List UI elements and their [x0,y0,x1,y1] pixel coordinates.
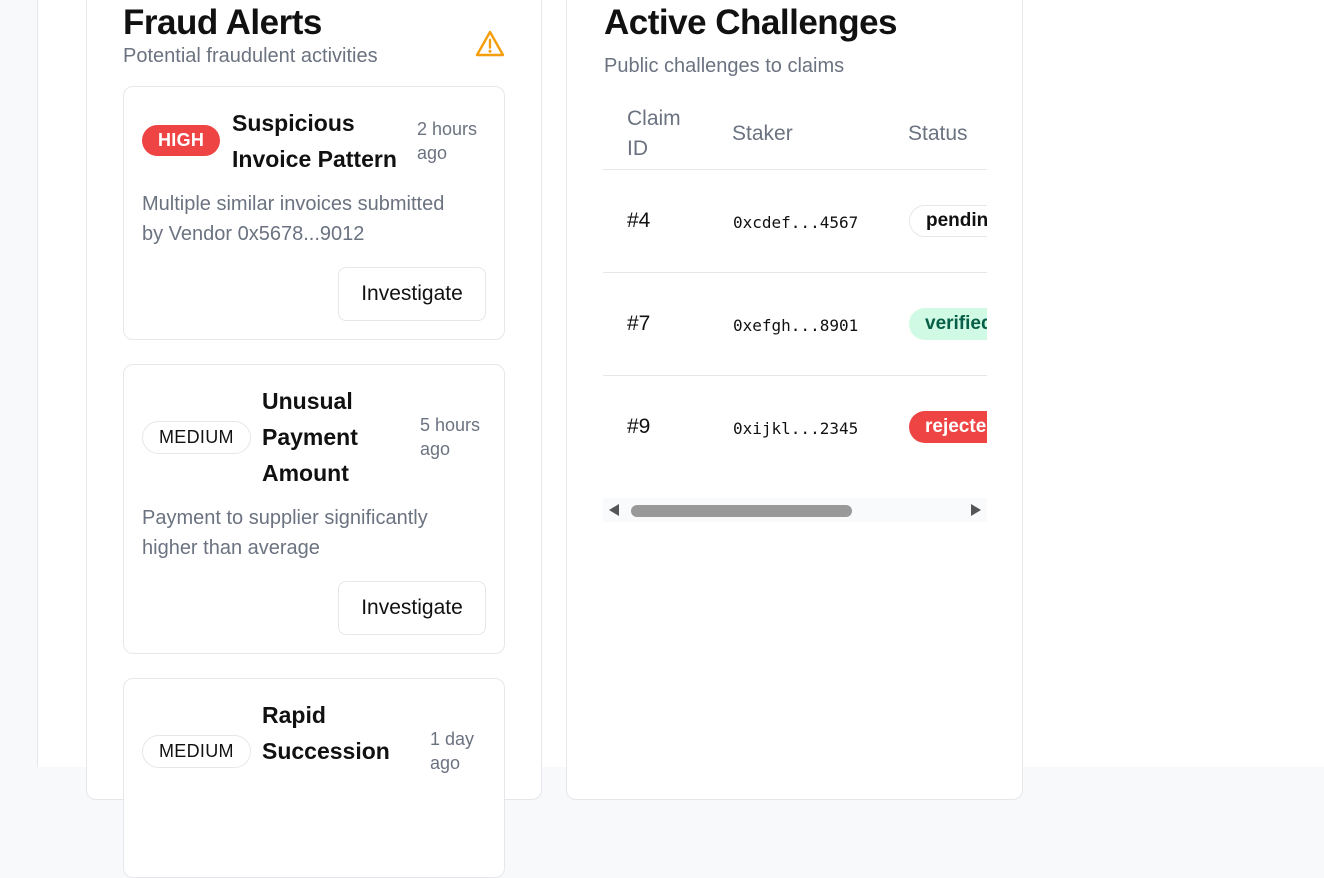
scroll-left-arrow-icon[interactable] [609,504,619,516]
alert-description: Multiple similar invoices submitted by V… [142,189,492,249]
investigate-button[interactable]: Investigate [338,581,486,635]
staker-address-cell: 0xcdef...4567 [733,213,859,232]
alert-timestamp: 1 day ago [430,727,474,775]
alert-title: Unusual Payment Amount [262,383,358,491]
alert-time-line: 2 hours [417,119,478,139]
investigate-button[interactable]: Investigate [338,267,486,321]
column-header-claim-id[interactable]: Claim ID [627,104,681,164]
claim-id-cell: #4 [627,209,651,232]
alert-title-line: Succession [262,738,390,764]
fraud-alert-card: HIGH Suspicious Invoice Pattern 2 hours … [123,86,505,340]
active-challenges-title: Active Challenges [604,3,898,42]
alert-desc-line: Multiple similar invoices submitted [142,193,445,215]
claim-id-cell: #7 [627,312,651,335]
alert-time-line: ago [430,753,461,773]
active-challenges-panel: Active Challenges Public challenges to c… [566,0,1023,800]
scroll-right-arrow-icon[interactable] [971,504,981,516]
status-badge: rejected [909,411,987,443]
alert-title-line: Suspicious [232,110,355,136]
staker-address-cell: 0xefgh...8901 [733,316,859,335]
alert-time-line: 5 hours [420,415,481,435]
alert-title: Suspicious Invoice Pattern [232,105,397,177]
status-badge: pending [909,205,987,237]
fraud-alerts-title: Fraud Alerts [123,3,322,42]
severity-badge: MEDIUM [142,421,251,454]
column-header-status[interactable]: Status [908,119,968,149]
claim-id-cell: #9 [627,415,651,438]
alert-title-line: Rapid [262,702,326,728]
alert-title: Rapid Succession [262,697,390,769]
alert-description: Payment to supplier significantly higher… [142,503,492,563]
severity-badge: MEDIUM [142,735,251,768]
alert-time-line: ago [420,439,451,459]
challenges-table: Claim ID Staker Status #4 0xcdef...4567 … [603,101,987,521]
alert-timestamp: 5 hours ago [420,413,480,461]
status-badge: verified [909,308,987,340]
warning-triangle-icon [475,30,505,57]
column-header-line: ID [627,137,648,160]
alert-desc-line: higher than average [142,537,320,559]
horizontal-scrollbar[interactable] [603,498,987,522]
scrollbar-thumb[interactable] [631,505,852,517]
row-divider [603,169,987,170]
row-divider [603,272,987,273]
alert-title-line: Invoice Pattern [232,146,397,172]
fraud-alert-card: MEDIUM Rapid Succession 1 day ago [123,678,505,878]
alert-desc-line: Payment to supplier significantly [142,507,428,529]
fraud-alerts-subtitle: Potential fraudulent activities [123,45,378,67]
column-header-line: Claim [627,107,681,130]
alert-timestamp: 2 hours ago [417,117,477,165]
alert-title-line: Payment [262,424,358,450]
alert-desc-line: by Vendor 0x5678...9012 [142,223,365,245]
fraud-alerts-panel: Fraud Alerts Potential fraudulent activi… [86,0,542,878]
severity-badge: HIGH [142,125,221,156]
left-sidebar-edge [0,0,38,767]
alert-title-line: Unusual [262,388,353,414]
column-header-staker[interactable]: Staker [732,119,793,149]
alert-time-line: ago [417,143,448,163]
row-divider [603,375,987,376]
active-challenges-subtitle: Public challenges to claims [604,55,845,77]
alert-title-line: Amount [262,460,349,486]
fraud-alert-card: MEDIUM Unusual Payment Amount 5 hours ag… [123,364,505,654]
staker-address-cell: 0xijkl...2345 [733,419,859,438]
alert-time-line: 1 day [430,729,475,749]
